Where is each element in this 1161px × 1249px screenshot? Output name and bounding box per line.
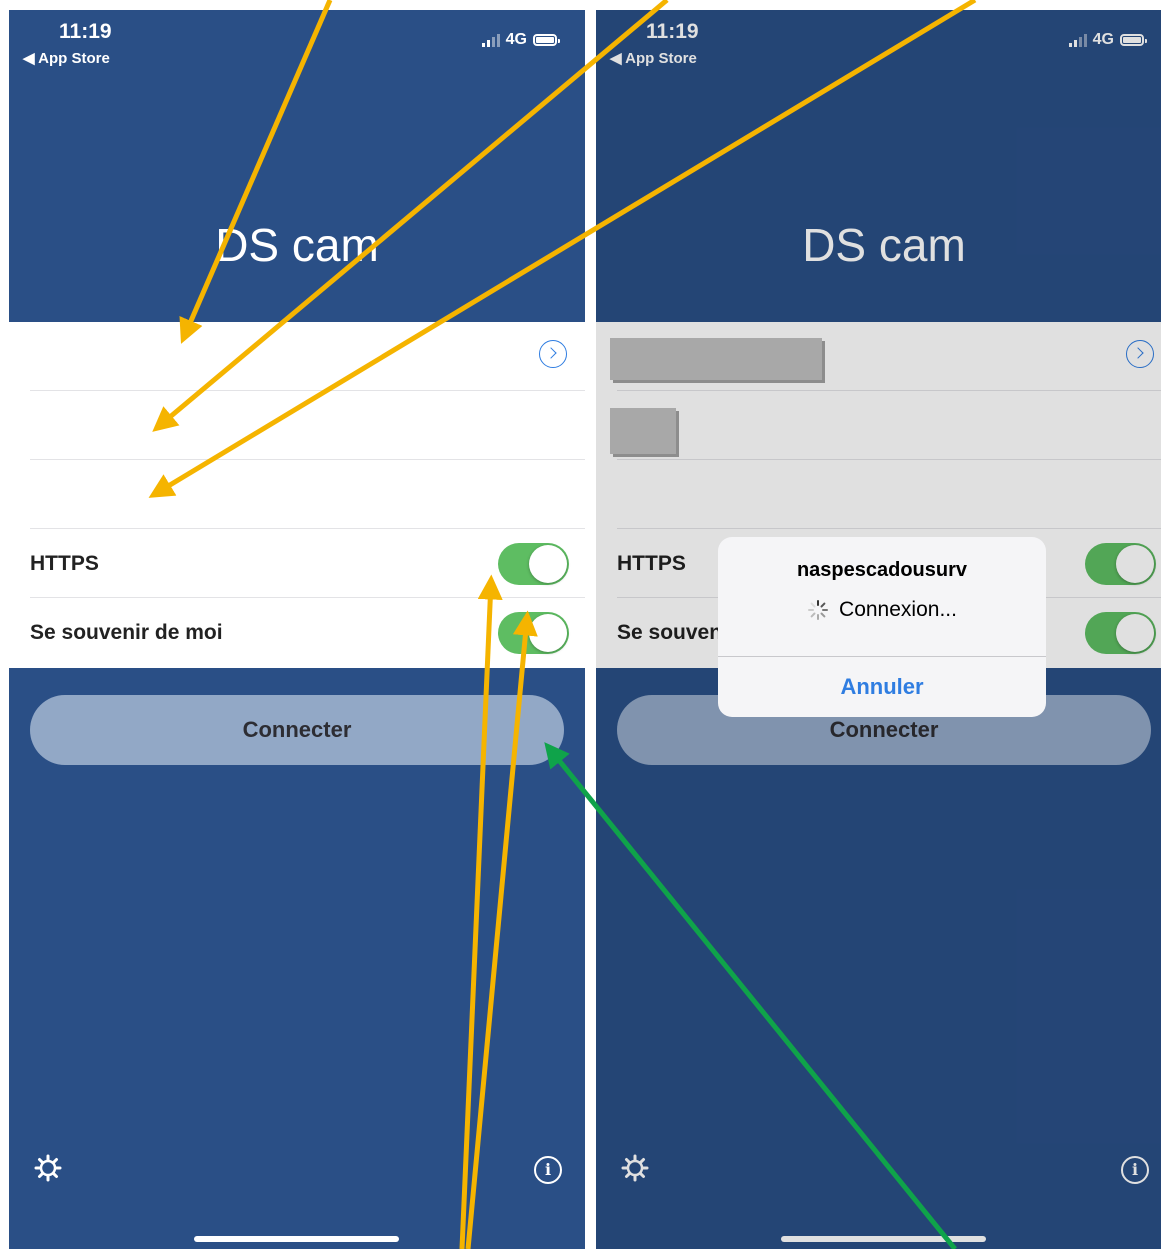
back-to-app-store[interactable]: ◀ App Store [23, 49, 110, 67]
address-field[interactable] [30, 322, 585, 391]
remember-label: Se souvenir de moi [30, 621, 223, 644]
battery-icon [533, 34, 560, 46]
https-label: HTTPS [30, 552, 99, 575]
login-screen-right: 11:19 ◀ App Store 4G DS cam HTTPS Se sou… [596, 10, 1161, 1249]
connect-button[interactable]: Connecter [30, 695, 564, 765]
password-field[interactable] [30, 460, 585, 529]
alert-message: Connexion... [839, 598, 957, 621]
status-indicators: 4G [481, 31, 560, 49]
connecting-alert: naspescadousurv Connexion... Annuler [718, 537, 1046, 717]
spinner-icon [808, 600, 829, 620]
remember-toggle[interactable] [498, 612, 569, 654]
chevron-circle-icon[interactable] [539, 340, 567, 368]
login-screen-left: 11:19 ◀ App Store 4G DS cam HTTPS Se sou… [9, 10, 585, 1249]
login-form: HTTPS Se souvenir de moi [9, 322, 585, 668]
alert-message-row: Connexion... [718, 598, 1046, 622]
redacted-address [610, 338, 822, 380]
info-icon[interactable]: i [534, 1156, 562, 1184]
status-time: 11:19 [59, 20, 112, 43]
username-field[interactable] [30, 391, 585, 460]
redacted-username [610, 408, 676, 454]
cancel-button[interactable]: Annuler [718, 657, 1046, 717]
alert-title: naspescadousurv [796, 559, 968, 581]
https-toggle[interactable] [498, 543, 569, 585]
app-title: DS cam [215, 219, 379, 271]
remember-row: Se souvenir de moi [30, 598, 585, 667]
network-label: 4G [505, 31, 527, 48]
gear-icon[interactable] [34, 1154, 62, 1187]
home-indicator [194, 1236, 399, 1242]
signal-icon [481, 33, 500, 47]
https-row: HTTPS [30, 529, 585, 598]
